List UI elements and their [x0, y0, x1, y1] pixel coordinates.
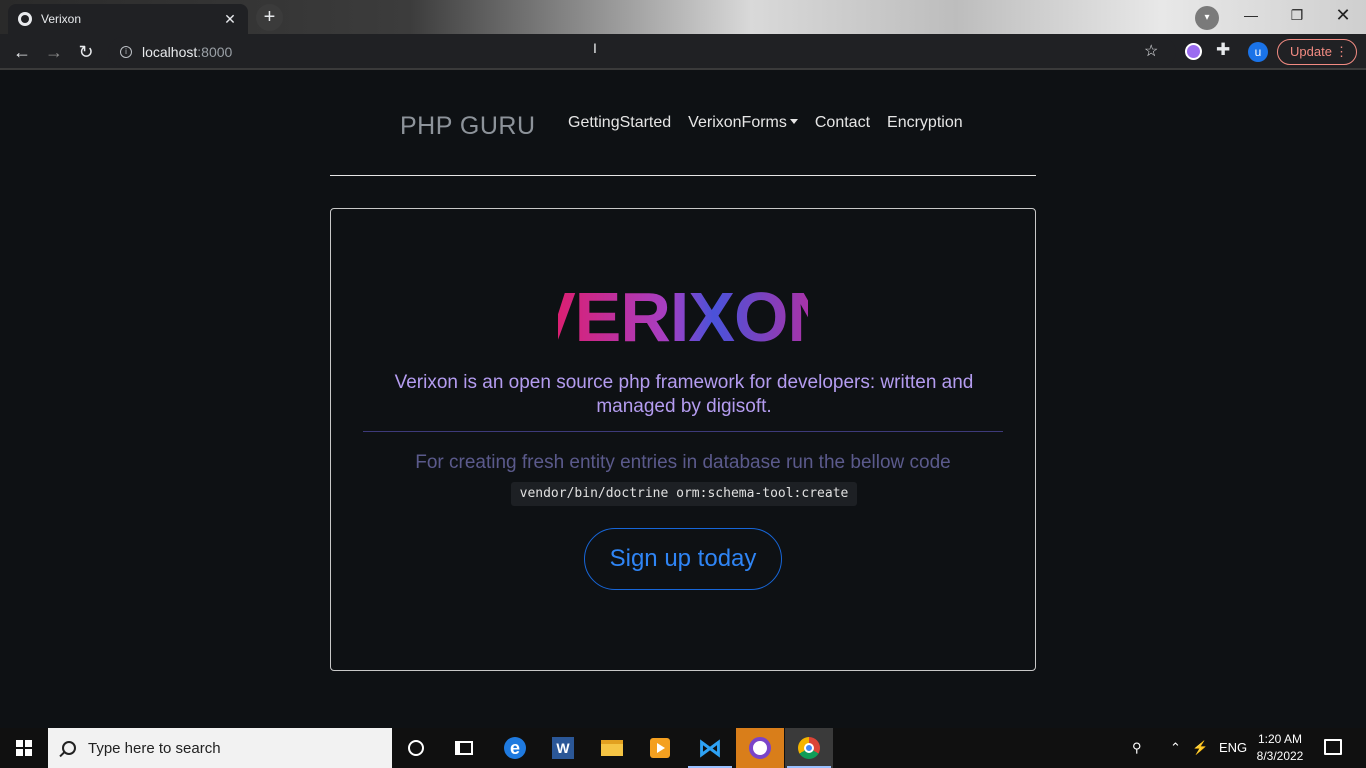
- clock-date: 8/3/2022: [1256, 749, 1304, 763]
- brave-button[interactable]: [736, 728, 784, 768]
- show-hidden-icons-icon[interactable]: ⌃: [1170, 728, 1181, 768]
- text-cursor-icon: I: [593, 40, 597, 56]
- clock[interactable]: 1:20 AM 8/3/2022: [1248, 731, 1312, 765]
- forward-arrow-icon[interactable]: →: [42, 40, 66, 64]
- restore-icon[interactable]: ❐: [1274, 0, 1320, 32]
- nav-links: GettingStarted VerixonForms Contact Encr…: [568, 114, 963, 132]
- clock-time: 1:20 AM: [1257, 732, 1303, 746]
- task-view-button[interactable]: [440, 728, 488, 768]
- chrome-button[interactable]: [785, 728, 833, 768]
- nav-link-contact[interactable]: Contact: [815, 114, 870, 132]
- url-host: localhost: [142, 44, 198, 60]
- code-snippet: vendor/bin/doctrine orm:schema-tool:crea…: [511, 482, 857, 506]
- browser-tab[interactable]: Verixon ✕: [8, 4, 248, 34]
- tab-search-icon[interactable]: ▾: [1195, 6, 1219, 30]
- word-icon: W: [552, 737, 574, 759]
- language-indicator[interactable]: ENG: [1219, 728, 1247, 768]
- globe-icon: [18, 12, 32, 26]
- windows-logo-icon: [16, 740, 32, 756]
- close-tab-icon[interactable]: ✕: [222, 11, 238, 28]
- cortana-button[interactable]: [392, 728, 440, 768]
- vscode-icon: ⋈: [698, 734, 722, 762]
- file-explorer-button[interactable]: [588, 728, 636, 768]
- start-button[interactable]: [0, 728, 48, 768]
- folder-icon: [601, 740, 623, 756]
- people-icon[interactable]: ⚲: [1132, 728, 1142, 768]
- chrome-icon: [798, 737, 820, 759]
- extension-clock-icon[interactable]: [1185, 43, 1202, 60]
- new-tab-button[interactable]: +: [256, 4, 283, 31]
- nav-link-encryption[interactable]: Encryption: [887, 114, 963, 132]
- nav-link-gettingstarted[interactable]: GettingStarted: [568, 114, 671, 132]
- site-navbar: PHP GURU GettingStarted VerixonForms Con…: [330, 72, 1036, 176]
- browser-toolbar: ← → ↻ i localhost:8000 ☆ ✚ u Update ⋮: [0, 34, 1366, 70]
- lead-text: Verixon is an open source php framework …: [394, 372, 974, 417]
- verixon-logo: VERIXON: [558, 279, 808, 349]
- reload-icon[interactable]: ↻: [74, 40, 98, 64]
- notification-center-icon[interactable]: [1324, 739, 1342, 755]
- cortana-icon: [408, 740, 424, 756]
- site-brand[interactable]: PHP GURU: [400, 112, 536, 141]
- nav-link-verixonforms[interactable]: VerixonForms: [688, 114, 798, 132]
- logo-text: VERIXON: [558, 279, 808, 349]
- profile-avatar[interactable]: u: [1248, 42, 1268, 62]
- brave-icon: [749, 737, 771, 759]
- tab-title: Verixon: [41, 12, 82, 26]
- close-window-icon[interactable]: ✕: [1320, 0, 1366, 32]
- caret-down-icon: [789, 119, 798, 124]
- extensions-puzzle-icon[interactable]: ✚: [1216, 40, 1230, 60]
- media-player-icon: [650, 738, 670, 758]
- back-arrow-icon[interactable]: ←: [10, 40, 34, 64]
- task-view-icon: [455, 741, 473, 755]
- vscode-button[interactable]: ⋈: [686, 728, 734, 768]
- minimize-icon[interactable]: —: [1228, 0, 1274, 32]
- nav-link-verixonforms-label: VerixonForms: [688, 114, 787, 131]
- network-icon[interactable]: ⚡: [1192, 728, 1208, 768]
- search-placeholder: Type here to search: [88, 739, 221, 757]
- web-page: PHP GURU GettingStarted VerixonForms Con…: [0, 72, 1366, 728]
- browser-tabstrip: Verixon ✕ + ▾ — ❐ ✕: [0, 0, 1366, 34]
- kebab-menu-icon[interactable]: ⋮: [1335, 40, 1348, 64]
- address-bar[interactable]: i localhost:8000: [108, 37, 1176, 67]
- windows-taskbar: Type here to search e W ⋈ ⚲ ⌃ ⚡ ENG 1:20…: [0, 728, 1366, 768]
- word-button[interactable]: W: [539, 728, 587, 768]
- url-port: :8000: [197, 44, 233, 60]
- update-button[interactable]: Update ⋮: [1277, 39, 1357, 65]
- info-icon[interactable]: i: [120, 46, 132, 58]
- update-label: Update: [1290, 44, 1332, 59]
- media-player-button[interactable]: [636, 728, 684, 768]
- divider: [363, 431, 1003, 432]
- bookmark-star-icon[interactable]: ☆: [1144, 41, 1158, 61]
- taskbar-search-input[interactable]: Type here to search: [48, 728, 392, 768]
- search-icon: [62, 741, 76, 755]
- instruction-text: For creating fresh entity entries in dat…: [415, 452, 951, 473]
- signup-button[interactable]: Sign up today: [584, 528, 782, 590]
- edge-icon: e: [504, 737, 526, 759]
- logo-container: VERIXON: [331, 279, 1035, 354]
- hero-card: VERIXON Verixon is an open source php fr…: [330, 208, 1036, 671]
- edge-button[interactable]: e: [491, 728, 539, 768]
